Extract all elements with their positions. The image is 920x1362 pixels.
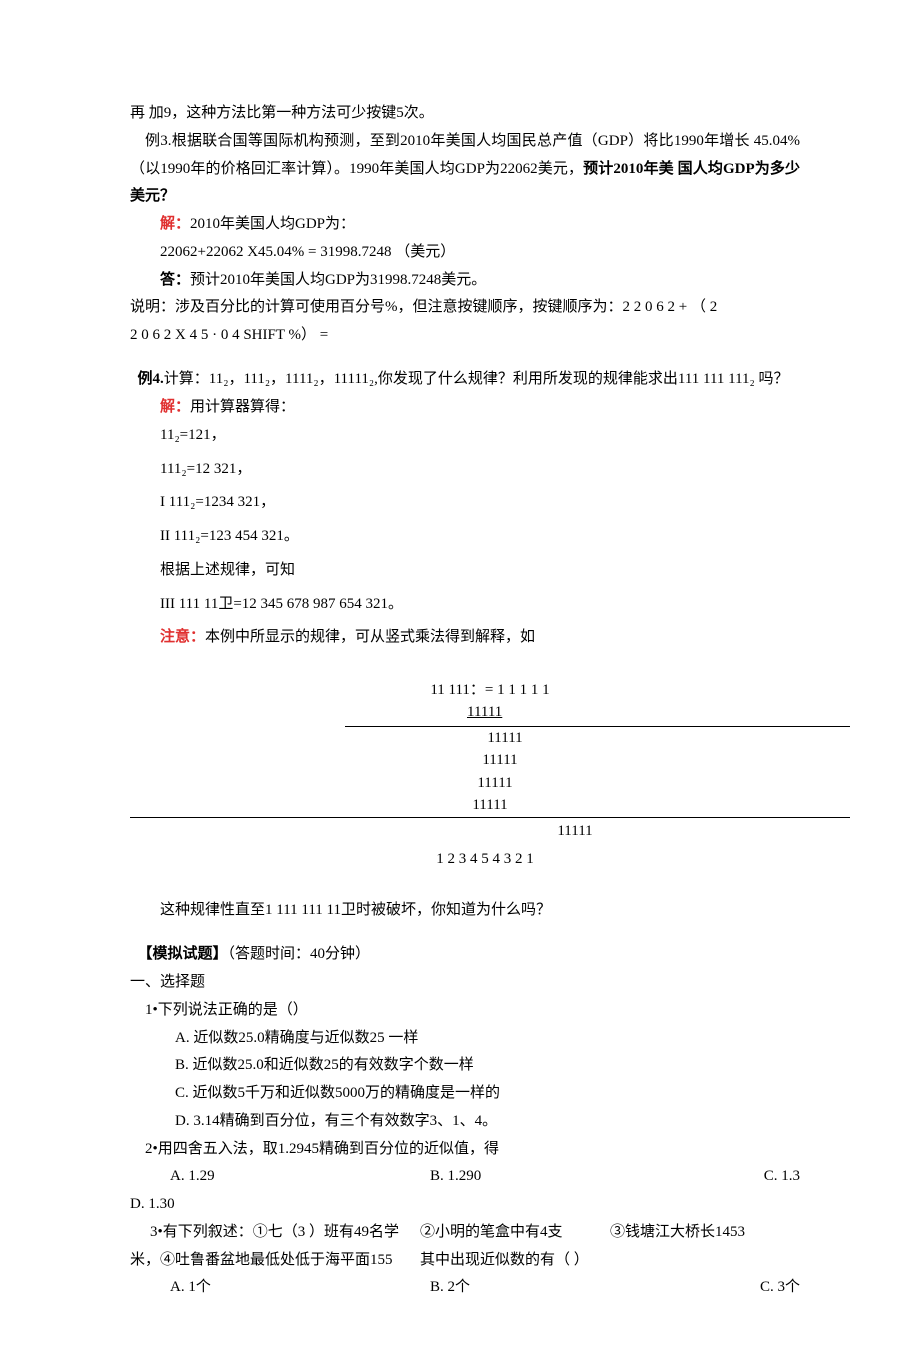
ex4-label: 例4.	[138, 371, 164, 387]
ex4-rule: 根据上述规律，可知	[130, 557, 800, 585]
q3-b: B. 2个	[430, 1274, 690, 1302]
q2-a: A. 1.29	[130, 1163, 430, 1191]
ans-label: 答：	[160, 272, 190, 288]
example3: 例3.根据联合国等国际机构预测，至到2010年美国人均国民总产值（GDP）将比1…	[130, 128, 800, 211]
solve-label: 解：	[160, 216, 190, 232]
ans-text: 预计2010年美国人均GDP为31998.7248美元。	[190, 272, 486, 288]
q2-d: D. 1.30	[130, 1191, 800, 1219]
q1-stem: 1•下列说法正确的是（）	[130, 997, 800, 1025]
q3-line1: 3•有下列叙述：①七（3 ）班有49名学 ②小明的笔盒中有4支 ③钱塘江大桥长1…	[130, 1219, 800, 1247]
q3-l2a: 米，④吐鲁番盆地最低处低于海平面155	[130, 1247, 420, 1275]
mult-m4: 11111	[130, 794, 800, 817]
mult-m2: 11111	[130, 749, 800, 772]
q1-b: B. 近似数25.0和近似数25的有效数字个数一样	[130, 1052, 800, 1080]
q3-empty	[610, 1247, 800, 1275]
mult-m1: 11111	[130, 727, 800, 750]
section1: 一、选择题	[130, 969, 800, 997]
ex4-r3: I 111₂=1234 321，	[130, 489, 800, 517]
q3-l2b: 其中出现近似数的有（ ）	[420, 1247, 610, 1275]
ex3-calc: 22062+22062 X45.04% = 31998.7248 （美元）	[130, 239, 800, 267]
q3-c: C. 3个	[690, 1274, 800, 1302]
caution-text: 本例中所显示的规律，可从竖式乘法得到解释，如	[205, 629, 535, 645]
q3-a: A. 1个	[130, 1274, 430, 1302]
ex4-r2: 111₂=12 321，	[130, 456, 800, 484]
mult-result: 1 2 3 4 5 4 3 2 1	[130, 848, 800, 871]
mult-top2: 11111	[467, 701, 502, 724]
q2-c: C. 1.3	[690, 1163, 800, 1191]
q1-c: C. 近似数5千万和近似数5000万的精确度是一样的	[130, 1080, 800, 1108]
q3-l1b: ②小明的笔盒中有4支	[420, 1219, 610, 1247]
exam-heading-row: 【模拟试题】（答题时间：40分钟）	[130, 941, 800, 969]
mult-m5: 11111	[557, 823, 592, 839]
solve-text: 2010年美国人均GDP为：	[190, 216, 355, 232]
ex4-r5: III 111 11卫=12 345 678 987 654 321。	[130, 591, 800, 619]
mult-top1: 11 111：= 1 1 1 1 1	[130, 679, 800, 702]
ex3-answer: 答：预计2010年美国人均GDP为31998.7248美元。	[130, 267, 800, 295]
ex3-solve: 解：2010年美国人均GDP为：	[130, 211, 800, 239]
ex3-label: 例3.	[145, 133, 171, 149]
q3-l1a: 3•有下列叙述：①七（3 ）班有49名学	[130, 1219, 420, 1247]
ex4-body: 计算：11₂，111₂，1111₂，11111₂,你发现了什么规律？利用所发现的…	[164, 371, 789, 387]
example4: 例4.计算：11₂，111₂，1111₂，11111₂,你发现了什么规律？利用所…	[130, 366, 800, 394]
multiplication-column: 11 111：= 1 1 1 1 1 11111 11111 11111 111…	[130, 679, 800, 871]
q2-stem: 2•用四舍五入法，取1.2945精确到百分位的近似值，得	[130, 1136, 800, 1164]
ex4-r4: II 111₂=123 454 321。	[130, 523, 800, 551]
exam-heading: 【模拟试题】	[138, 946, 228, 962]
ex3-note2: 2 0 6 2 X 4 5 · 0 4 SHIFT %） =	[130, 322, 800, 350]
mult-m3: 11111	[130, 772, 800, 795]
intro-line0: 再 加9，这种方法比第一种方法可少按键5次。	[130, 100, 800, 128]
ex4-solve: 解：用计算器算得：	[130, 394, 800, 422]
q1-a: A. 近似数25.0精确度与近似数25 一样	[130, 1025, 800, 1053]
mult-top-rule: 11111	[345, 701, 850, 727]
q1-d: D. 3.14精确到百分位，有三个有效数字3、1、4。	[130, 1108, 800, 1136]
mult-tail: 这种规律性直至1 111 111 11卫时被破坏，你知道为什么吗？	[130, 897, 800, 925]
mult-bottom-rule: 11111	[130, 817, 850, 843]
q2-options-row1: A. 1.29 B. 1.290 C. 1.3	[130, 1163, 800, 1191]
ex4-solve-text: 用计算器算得：	[190, 399, 295, 415]
q3-options: A. 1个 B. 2个 C. 3个	[130, 1274, 800, 1302]
ex4-caution: 注意：本例中所显示的规律，可从竖式乘法得到解释，如	[130, 624, 800, 652]
exam-time: （答题时间：40分钟）	[228, 946, 371, 962]
q3-l1c: ③钱塘江大桥长1453	[610, 1219, 800, 1247]
q3-line2: 米，④吐鲁番盆地最低处低于海平面155 其中出现近似数的有（ ）	[130, 1247, 800, 1275]
ex4-solve-label: 解：	[160, 399, 190, 415]
ex4-r1: 11₂=121，	[130, 422, 800, 450]
q2-b: B. 1.290	[430, 1163, 690, 1191]
ex3-note1: 说明：涉及百分比的计算可使用百分号%，但注意按键顺序，按键顺序为：2 2 0 6…	[130, 294, 800, 322]
caution-label: 注意：	[160, 629, 205, 645]
